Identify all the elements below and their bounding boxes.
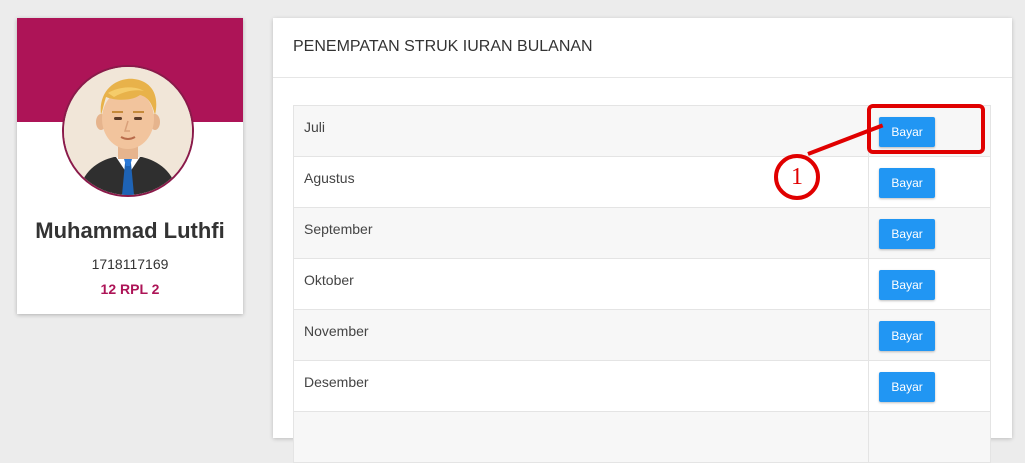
action-cell: Bayar (868, 258, 991, 310)
month-label: Desember (292, 360, 870, 412)
table-row: Oktober Bayar (292, 258, 991, 310)
table-row: Agustus Bayar (292, 156, 991, 208)
pay-button[interactable]: Bayar (879, 372, 936, 402)
table-row (292, 411, 991, 463)
pay-button[interactable]: Bayar (879, 270, 936, 300)
pay-button[interactable]: Bayar (879, 168, 936, 198)
annotation-step-number: 1 (774, 154, 820, 200)
profile-name: Muhammad Luthfi (35, 218, 225, 243)
avatar-icon (64, 67, 192, 195)
month-label: Oktober (292, 258, 870, 310)
table-row: Desember Bayar (292, 360, 991, 412)
month-label: November (292, 309, 870, 361)
pay-button[interactable]: Bayar (879, 219, 936, 249)
action-cell: Bayar (868, 309, 991, 361)
action-cell: Bayar (868, 207, 991, 259)
profile-card: Muhammad Luthfi 1718117169 12 RPL 2 (17, 18, 243, 314)
month-label (292, 411, 870, 463)
fee-table: Juli Bayar Agustus Bayar September Bayar… (292, 105, 991, 463)
student-class: 12 RPL 2 (100, 281, 160, 297)
panel-title: PENEMPATAN STRUK IURAN BULANAN (273, 18, 1012, 78)
table-row: September Bayar (292, 207, 991, 259)
annotation-highlight-box (867, 104, 985, 154)
monthly-fee-panel: PENEMPATAN STRUK IURAN BULANAN Juli Baya… (273, 18, 1012, 463)
month-label: Juli (292, 105, 870, 157)
table-row: November Bayar (292, 309, 991, 361)
pay-button[interactable]: Bayar (879, 321, 936, 351)
avatar (62, 65, 194, 197)
action-cell (868, 411, 991, 463)
action-cell: Bayar (868, 360, 991, 412)
action-cell: Bayar (868, 156, 991, 208)
month-label: September (292, 207, 870, 259)
student-id: 1718117169 (91, 256, 169, 272)
